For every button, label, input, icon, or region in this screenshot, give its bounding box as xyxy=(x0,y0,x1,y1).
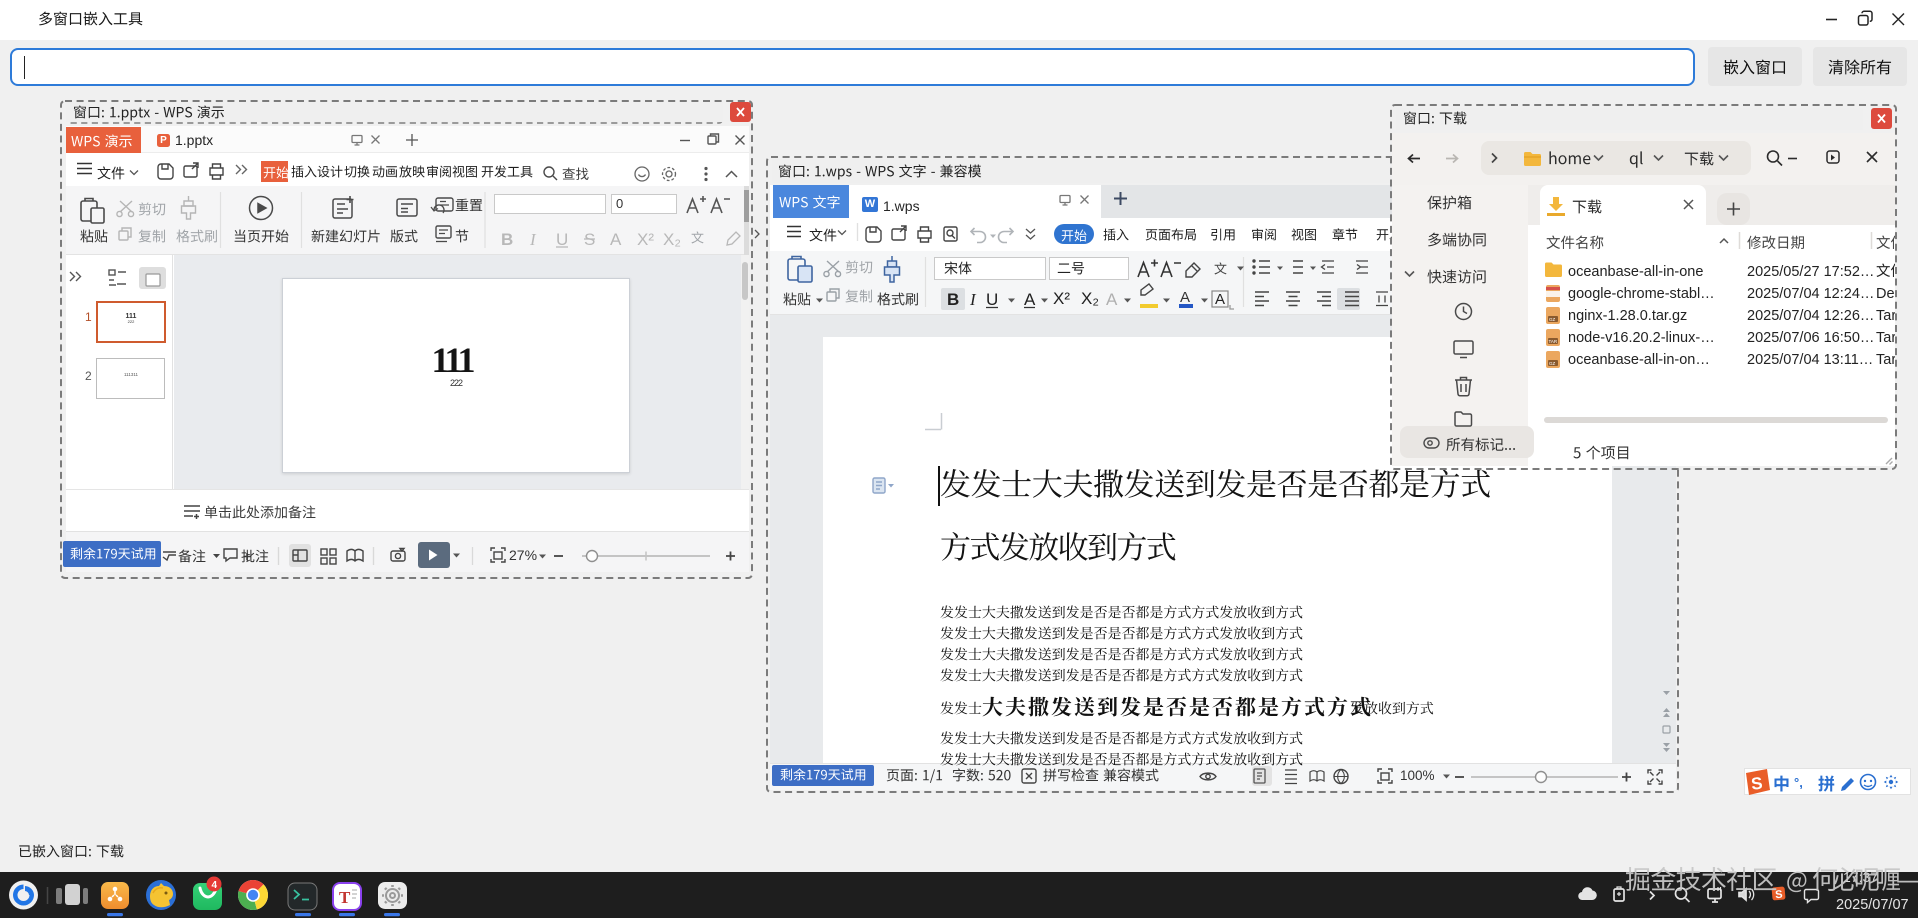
svg-text:X²: X² xyxy=(637,230,654,249)
svg-text:GZ: GZ xyxy=(1549,361,1556,366)
svg-text:I: I xyxy=(969,290,977,309)
svg-text:S: S xyxy=(1775,889,1783,902)
svg-text:X₂: X₂ xyxy=(1081,289,1099,308)
svg-text:4: 4 xyxy=(212,880,218,891)
svg-text:°,: °, xyxy=(1794,775,1803,790)
svg-text:A: A xyxy=(1106,290,1118,309)
svg-text:A: A xyxy=(610,230,622,249)
svg-text:U: U xyxy=(986,290,998,309)
svg-text:X²: X² xyxy=(1053,289,1070,308)
svg-text:A: A xyxy=(1024,290,1036,309)
svg-text:S: S xyxy=(1750,774,1763,794)
svg-text:A: A xyxy=(1215,291,1225,308)
svg-text:X₂: X₂ xyxy=(663,230,681,249)
svg-text:I: I xyxy=(529,230,537,249)
svg-text:A: A xyxy=(1180,289,1190,306)
svg-text:B: B xyxy=(947,290,959,309)
svg-text:GZ: GZ xyxy=(1549,317,1556,322)
svg-text:T: T xyxy=(339,888,351,907)
svg-text:B: B xyxy=(501,230,513,249)
svg-text:TAR: TAR xyxy=(1549,339,1558,344)
svg-text:U: U xyxy=(556,230,568,249)
